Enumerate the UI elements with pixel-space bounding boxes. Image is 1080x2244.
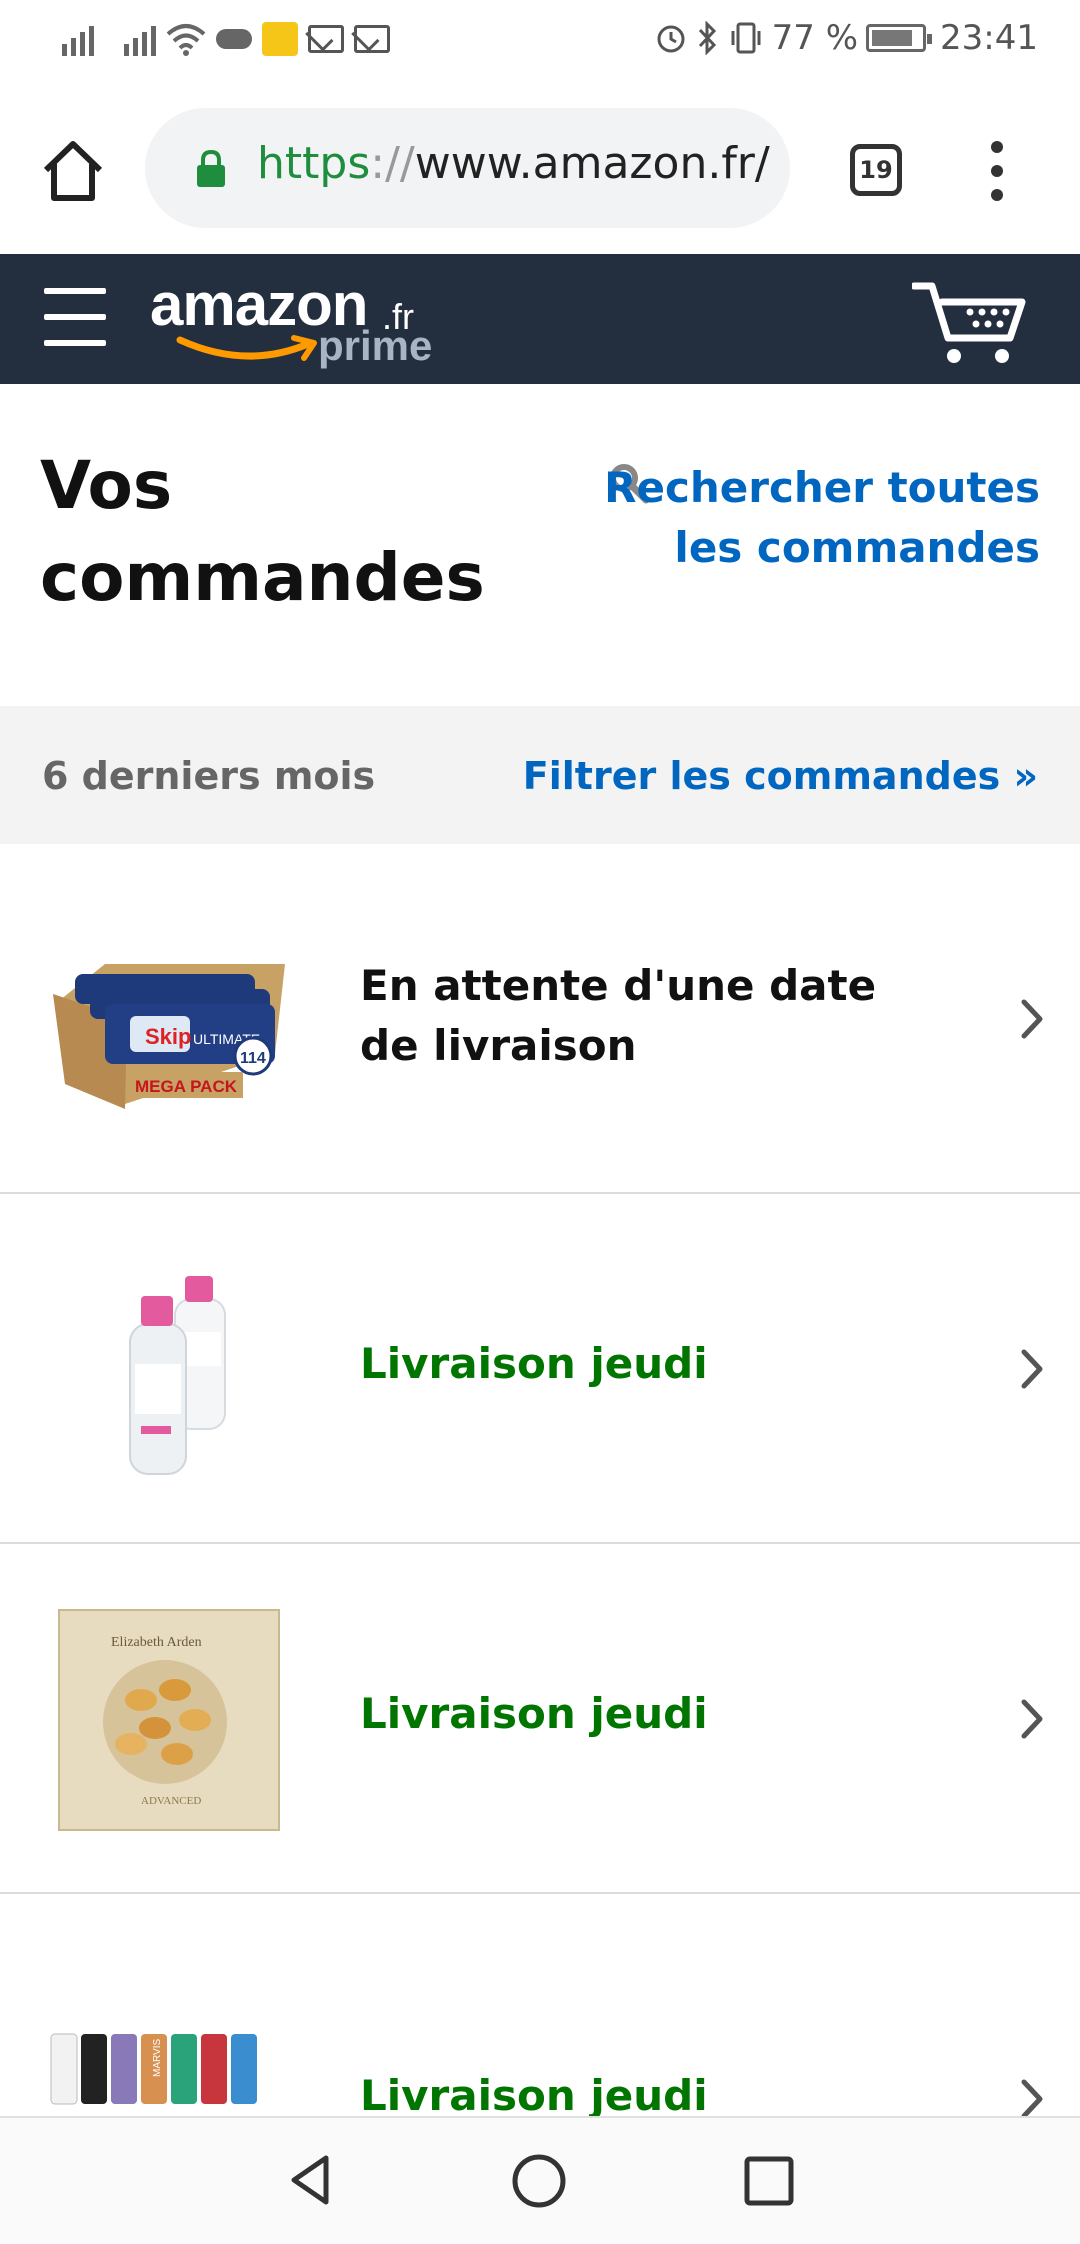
signal-icon: [62, 22, 94, 56]
svg-text:Skip: Skip: [145, 1024, 191, 1049]
skip-detergent-image: Skip ULTIMATE 114 MEGA PACK: [53, 964, 285, 1109]
lock-icon: [197, 150, 225, 187]
search-all-orders-link[interactable]: Rechercher toutes les commandes: [570, 458, 1040, 578]
chevron-right-icon[interactable]: [1012, 1344, 1052, 1394]
system-navigation-bar: [0, 2116, 1080, 2244]
svg-text:MARVIS: MARVIS: [152, 2039, 163, 2077]
battery-percent: 77 %: [771, 18, 859, 58]
marvis-toothpaste-image: MARVIS: [50, 2033, 257, 2105]
app-notification-icon: [262, 22, 298, 56]
status-bar: 77 % 23:41: [0, 0, 1080, 86]
vibrate-icon: [731, 22, 761, 54]
order-status: En attente d'une date de livraison: [360, 961, 877, 1070]
status-left-icons: [62, 22, 390, 56]
order-row[interactable]: Elizabeth Arden ADVANCED Livraison jeudi: [0, 1544, 1080, 1894]
order-row[interactable]: Skip ULTIMATE 114 MEGA PACK En attente d…: [0, 844, 1080, 1194]
hamburger-menu-icon[interactable]: [44, 288, 106, 346]
order-status: Livraison jeudi: [360, 1689, 708, 1738]
url-text: https://www.amazon.fr/: [257, 138, 770, 189]
order-row[interactable]: Livraison jeudi: [0, 1194, 1080, 1544]
gmail-icon: [354, 25, 390, 53]
svg-text:MEGA PACK: MEGA PACK: [135, 1077, 238, 1096]
chevron-right-icon[interactable]: [1012, 994, 1052, 1044]
order-status: Livraison jeudi: [360, 1339, 708, 1388]
cloud-icon: [216, 29, 252, 49]
filter-bar: 6 derniers mois Filtrer les commandes »: [0, 706, 1080, 844]
svg-text:Elizabeth Arden: Elizabeth Arden: [111, 1635, 202, 1650]
browser-toolbar: https://www.amazon.fr/ 19: [0, 86, 1080, 254]
home-nav-icon[interactable]: [510, 2152, 568, 2210]
chevron-right-icon[interactable]: [1012, 1694, 1052, 1744]
filter-orders-link[interactable]: Filtrer les commandes »: [523, 754, 1038, 798]
amazon-prime-logo[interactable]: amazon .fr prime: [150, 271, 450, 374]
back-icon[interactable]: [282, 2152, 338, 2208]
period-label: 6 derniers mois: [42, 754, 376, 798]
elizabeth-arden-image: Elizabeth Arden ADVANCED: [58, 1609, 280, 1831]
clock: 23:41: [940, 18, 1038, 58]
cart-icon[interactable]: [912, 278, 1027, 366]
battery-icon: [866, 24, 933, 52]
recents-icon[interactable]: [742, 2154, 796, 2208]
wifi-icon: [166, 24, 206, 56]
order-row[interactable]: MARVIS Livraison jeudi: [0, 1894, 1080, 2120]
micellar-water-image: [129, 1276, 226, 1475]
status-right-icons: 77 % 23:41: [654, 18, 1038, 58]
signal-roaming-icon: [124, 22, 156, 56]
mail-icon: [308, 25, 344, 53]
tab-switcher-button[interactable]: 19: [850, 144, 902, 196]
overflow-menu-icon[interactable]: [982, 141, 1012, 201]
svg-text:ADVANCED: ADVANCED: [141, 1795, 201, 1807]
amazon-header: amazon .fr prime: [0, 254, 1080, 384]
home-icon[interactable]: [38, 136, 108, 206]
bluetooth-icon: [698, 21, 716, 55]
alarm-icon: [657, 25, 685, 53]
page-title: Vos commandes: [40, 447, 485, 616]
address-bar[interactable]: https://www.amazon.fr/: [145, 108, 790, 228]
svg-text:114: 114: [240, 1050, 266, 1067]
